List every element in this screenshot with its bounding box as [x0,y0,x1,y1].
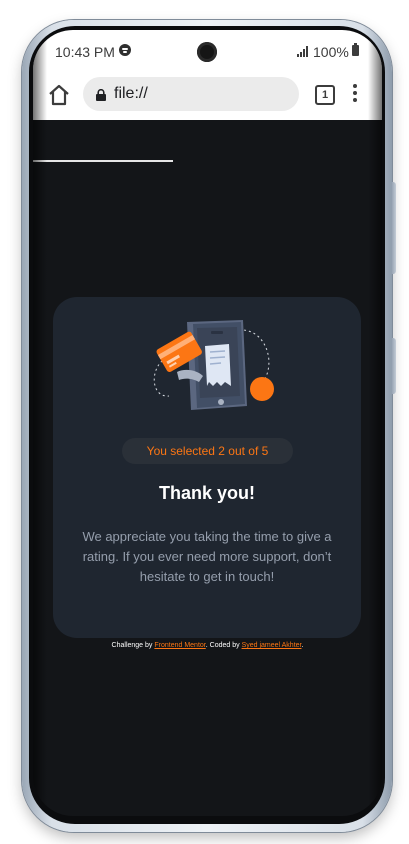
tab-switcher-button[interactable]: 1 [315,85,335,105]
attribution-prefix: Challenge by [111,642,153,649]
thank-you-title: Thank you! [158,483,255,503]
thank-you-message: We appreciate you taking the time to giv… [82,529,332,584]
spotify-icon [119,44,131,56]
url-text: file:// [114,85,148,102]
battery-percent: 100% [313,44,349,60]
home-icon[interactable] [47,83,71,107]
thank-you-card: You selected 2 out of 5 Thank you! We ap… [53,297,361,638]
attribution: Challenge by Frontend Mentor. Coded by S… [33,642,382,649]
browser-toolbar: file:// 1 [33,72,382,162]
signal-icon [297,46,309,57]
camera-icon [197,42,217,62]
attribution-suffix: . [301,642,304,649]
url-field[interactable]: file:// [83,77,299,111]
phone-payment-illustration [141,318,275,414]
page-load-progress [33,160,173,162]
selection-badge: You selected 2 out of 5 [122,438,293,464]
screen: 10:43 PM 100% file:// 1 You selected 2 o… [33,30,382,816]
more-vert-icon[interactable] [352,84,358,106]
power-button [391,338,396,394]
status-time: 10:43 PM [55,44,115,60]
battery-icon [352,43,359,56]
attribution-middle: . Coded by [205,642,240,649]
author-link[interactable]: Syed jameel Akhter [242,642,302,649]
lock-icon [96,88,106,101]
volume-button [391,182,396,274]
status-bar: 10:43 PM 100% [33,30,382,72]
frontend-mentor-link[interactable]: Frontend Mentor [154,642,205,649]
